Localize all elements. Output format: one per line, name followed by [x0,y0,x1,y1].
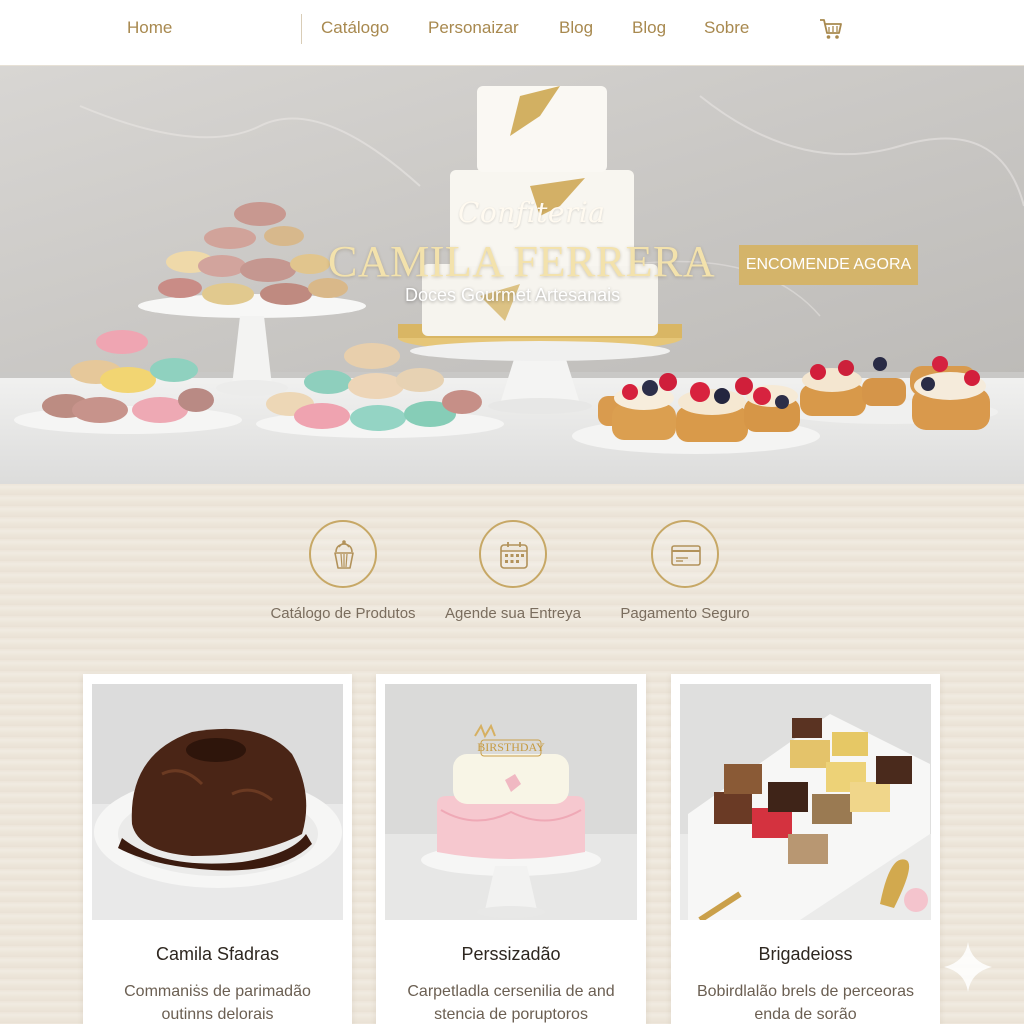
product-image [680,684,931,920]
nav-catalogo[interactable]: Catálogo [321,18,389,38]
card-description: Commaniṡs de parimadão outinns delorais [124,983,311,1023]
feature-label: Agende sua Entreya [445,605,581,622]
feature-catalog[interactable]: Catálogo de Produtos [248,520,438,622]
card-title: Camila Sfadras [155,944,280,964]
order-now-button[interactable]: ENCOMENDE AGORA [739,245,918,285]
cart-icon[interactable] [818,16,844,42]
feature-label: Catálogo de Produtos [270,605,416,622]
feature-payment[interactable]: Pagamento Seguro [590,520,780,622]
calendar-icon [479,520,547,588]
hero-title: CAMILA FERRERA [328,237,716,286]
card-title: Brigadeioss [758,944,853,964]
product-card-custom[interactable]: BIRSTHDAY Perssizadão Carpetladla cersen… [376,674,646,1024]
sparkle-icon [944,942,992,997]
card-title: Perssizadão [461,944,561,964]
hero-script-text: Confiteria [458,196,606,229]
product-image: BIRSTHDAY [385,684,637,920]
feature-delivery[interactable]: Agende sua Entreya [418,520,608,622]
top-navigation: Home Catálogo Personaizar Blog Blog Sobr… [0,0,1024,66]
nav-blog-2[interactable]: Blog [632,18,666,38]
hero-subtitle: Doces Gourmet Artesanais [405,285,621,305]
cake-topper: BIRSTHDAY [477,740,545,754]
nav-blog[interactable]: Blog [559,18,593,38]
credit-card-icon [651,520,719,588]
product-image [92,684,343,920]
nav-divider [301,14,302,44]
product-card-brigadeiros[interactable]: Brigadeioss Bobirdlalão brels de perceor… [671,674,940,1024]
cupcake-icon [309,520,377,588]
nav-sobre[interactable]: Sobre [704,18,749,38]
product-card-chocolate[interactable]: Camila Sfadras Commaniṡs de parimadão ou… [83,674,352,1024]
nav-personalizar[interactable]: Personaizar [428,18,519,38]
feature-label: Pagamento Seguro [620,605,750,622]
nav-home[interactable]: Home [127,18,172,38]
hero-banner: Confiteria CAMILA FERRERA Doces Gourmet … [0,66,1024,484]
card-description: Carpetladla cersenilia de and stencia de… [407,983,615,1023]
card-description: Bobirdlalão brels de perceoras enda de s… [696,983,914,1023]
